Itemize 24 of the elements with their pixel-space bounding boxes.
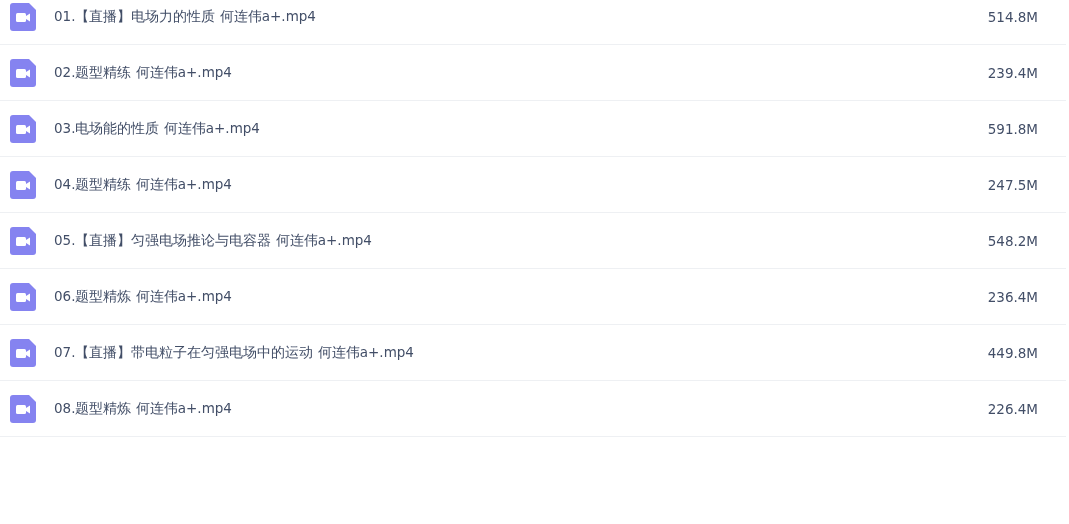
video-file-icon: [10, 2, 36, 31]
file-name[interactable]: 06.题型精炼 何连伟a+.mp4: [54, 287, 878, 306]
video-file-icon: [10, 282, 36, 311]
file-size: 236.4M: [986, 288, 1039, 305]
file-name[interactable]: 01.【直播】电场力的性质 何连伟a+.mp4: [54, 7, 878, 26]
file-size: 239.4M: [986, 64, 1039, 81]
file-name[interactable]: 07.【直播】带电粒子在匀强电场中的运动 何连伟a+.mp4: [54, 343, 878, 362]
file-name[interactable]: 02.题型精练 何连伟a+.mp4: [54, 63, 878, 82]
file-size: 226.4M: [986, 400, 1039, 417]
file-size: 449.8M: [986, 344, 1039, 361]
file-size: 548.2M: [986, 232, 1039, 249]
video-file-icon: [10, 394, 36, 423]
file-name[interactable]: 08.题型精炼 何连伟a+.mp4: [54, 399, 878, 418]
video-file-icon: [10, 58, 36, 87]
video-file-icon: [10, 338, 36, 367]
video-file-icon: [10, 114, 36, 143]
file-name[interactable]: 04.题型精练 何连伟a+.mp4: [54, 175, 878, 194]
video-file-icon: [10, 170, 36, 199]
file-size: 591.8M: [986, 120, 1039, 137]
file-name[interactable]: 05.【直播】匀强电场推论与电容器 何连伟a+.mp4: [54, 231, 878, 250]
file-name[interactable]: 03.电场能的性质 何连伟a+.mp4: [54, 119, 878, 138]
file-size: 247.5M: [986, 176, 1039, 193]
file-size: 514.8M: [986, 8, 1039, 25]
video-file-icon: [10, 226, 36, 255]
